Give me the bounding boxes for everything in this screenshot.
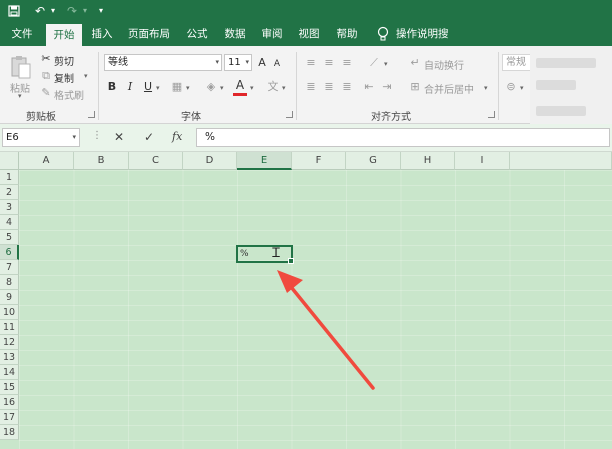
fill-color-icon[interactable]: ◈: [204, 79, 218, 95]
border-icon[interactable]: ▦: [170, 79, 184, 95]
paste-icon[interactable]: [10, 54, 32, 80]
arrow-head: [277, 270, 303, 293]
redo-dropdown-icon[interactable]: ▾: [80, 2, 90, 20]
orientation-dropdown-icon[interactable]: ▾: [384, 60, 388, 68]
tab-page-layout[interactable]: 页面布局: [124, 22, 174, 46]
font-color-button[interactable]: A: [234, 77, 246, 93]
tab-view[interactable]: 视图: [292, 22, 326, 46]
chevron-down-icon: ▾: [72, 133, 76, 141]
font-size-value: 11: [228, 57, 241, 68]
format-painter-button[interactable]: 格式刷: [54, 87, 84, 102]
phonetic-dropdown-icon[interactable]: ▾: [282, 84, 286, 92]
alignment-group-label: 对齐方式: [371, 112, 411, 123]
blurred-bar: [536, 106, 586, 116]
copy-icon: ⧉: [42, 69, 50, 82]
grow-font-button[interactable]: A: [256, 55, 268, 71]
align-right-icon[interactable]: ≣: [340, 79, 354, 95]
name-box-value: E6: [6, 132, 19, 143]
alignment-launcher-icon[interactable]: [488, 111, 495, 118]
worksheet-grid[interactable]: A B C D E F G H I 1 2 3 4 5 6 7 8 9 10 1…: [0, 152, 612, 449]
separator: [498, 52, 499, 120]
italic-button[interactable]: I: [124, 79, 136, 95]
name-box[interactable]: E6 ▾: [2, 128, 80, 147]
decrease-indent-icon[interactable]: ⇤: [362, 79, 376, 95]
separator: [296, 52, 297, 120]
tab-formulas[interactable]: 公式: [180, 22, 214, 46]
chevron-down-icon: ▾: [245, 58, 249, 66]
ribbon-tabs: 文件 开始 插入 页面布局 公式 数据 审阅 视图 帮助 操作说明搜索: [0, 22, 612, 64]
cancel-entry-button[interactable]: ✕: [114, 130, 124, 144]
separator: [98, 52, 99, 120]
bold-button[interactable]: B: [106, 79, 118, 95]
align-center-icon[interactable]: ≣: [322, 79, 336, 95]
customize-qat-button[interactable]: ▾: [96, 2, 106, 20]
tab-insert[interactable]: 插入: [84, 22, 120, 46]
align-middle-icon[interactable]: ≡: [322, 55, 336, 71]
redo-icon[interactable]: ↷: [64, 2, 80, 20]
formula-bar: E6 ▾ ⋮ ✕ ✓ fx %: [0, 124, 612, 152]
more-options-icon: ⋮: [92, 130, 102, 141]
number-format-value: 常规: [506, 57, 526, 68]
clipboard-launcher-icon[interactable]: [88, 111, 95, 118]
phonetic-icon[interactable]: 文: [266, 79, 280, 95]
wrap-text-icon: ↵: [410, 56, 420, 69]
merge-icon: ⊞: [410, 80, 420, 93]
align-left-icon[interactable]: ≣: [304, 79, 318, 95]
font-launcher-icon[interactable]: [286, 111, 293, 118]
save-icon[interactable]: [6, 2, 22, 20]
font-name-value: 等线: [108, 57, 128, 68]
currency-dropdown-icon[interactable]: ▾: [520, 84, 524, 92]
excel-window: ↶ ▾ ↷ ▾ ▾ 文件 开始 插入 页面布局 公式 数据 审阅 视图 帮助 操…: [0, 0, 612, 449]
font-color-swatch: [233, 93, 247, 96]
tab-home[interactable]: 开始: [46, 24, 82, 46]
title-bar: ↶ ▾ ↷ ▾ ▾: [0, 0, 612, 22]
red-arrow-annotation: [277, 270, 375, 390]
undo-dropdown-icon[interactable]: ▾: [48, 2, 58, 20]
chevron-down-icon: ▾: [215, 58, 219, 66]
tab-data[interactable]: 数据: [218, 22, 252, 46]
underline-dropdown-icon[interactable]: ▾: [156, 84, 160, 92]
wrap-text-button[interactable]: 自动换行: [424, 57, 464, 72]
orientation-icon[interactable]: ⟋: [366, 55, 382, 71]
merge-center-button[interactable]: 合并后居中: [424, 81, 474, 96]
font-group-label: 字体: [181, 112, 201, 123]
scissors-icon: ✂: [41, 52, 51, 65]
align-bottom-icon[interactable]: ≡: [340, 55, 354, 71]
copy-button[interactable]: 复制: [54, 70, 74, 85]
font-size-select[interactable]: 11 ▾: [224, 54, 252, 71]
tell-me-search[interactable]: 操作说明搜索: [396, 22, 458, 64]
tab-help[interactable]: 帮助: [330, 22, 364, 46]
fill-color-dropdown-icon[interactable]: ▾: [220, 84, 224, 92]
currency-icon[interactable]: ⊜: [504, 79, 518, 95]
lightbulb-icon: [377, 26, 389, 41]
blurred-bar: [536, 80, 576, 90]
undo-icon[interactable]: ↶: [32, 2, 48, 20]
arrow-shaft: [285, 280, 375, 390]
font-color-dropdown-icon[interactable]: ▾: [250, 84, 254, 92]
tab-review[interactable]: 审阅: [256, 22, 288, 46]
insert-function-button[interactable]: fx: [172, 130, 182, 143]
clipboard-group-label: 剪贴板: [26, 112, 56, 123]
shrink-font-button[interactable]: A: [272, 56, 282, 72]
blurred-bar: [536, 58, 596, 68]
ribbon-home: 粘贴 ▾ ✂ 剪切 ⧉ 复制 ▾ ✎ 格式刷 剪贴板 等线 ▾ 11 ▾ A A: [0, 46, 612, 124]
cut-button[interactable]: 剪切: [54, 53, 74, 68]
font-name-select[interactable]: 等线 ▾: [104, 54, 222, 71]
tab-file[interactable]: 文件: [2, 22, 42, 46]
paintbrush-icon: ✎: [41, 86, 51, 99]
merge-dropdown-icon[interactable]: ▾: [484, 84, 488, 92]
paste-dropdown-icon[interactable]: ▾: [18, 92, 22, 100]
increase-indent-icon[interactable]: ⇥: [380, 79, 394, 95]
copy-dropdown-icon[interactable]: ▾: [84, 72, 88, 80]
confirm-entry-button[interactable]: ✓: [144, 130, 154, 144]
align-top-icon[interactable]: ≡: [304, 55, 318, 71]
underline-button[interactable]: U: [142, 79, 154, 95]
blurred-region: [530, 46, 612, 124]
border-dropdown-icon[interactable]: ▾: [186, 84, 190, 92]
formula-input[interactable]: %: [196, 128, 610, 147]
